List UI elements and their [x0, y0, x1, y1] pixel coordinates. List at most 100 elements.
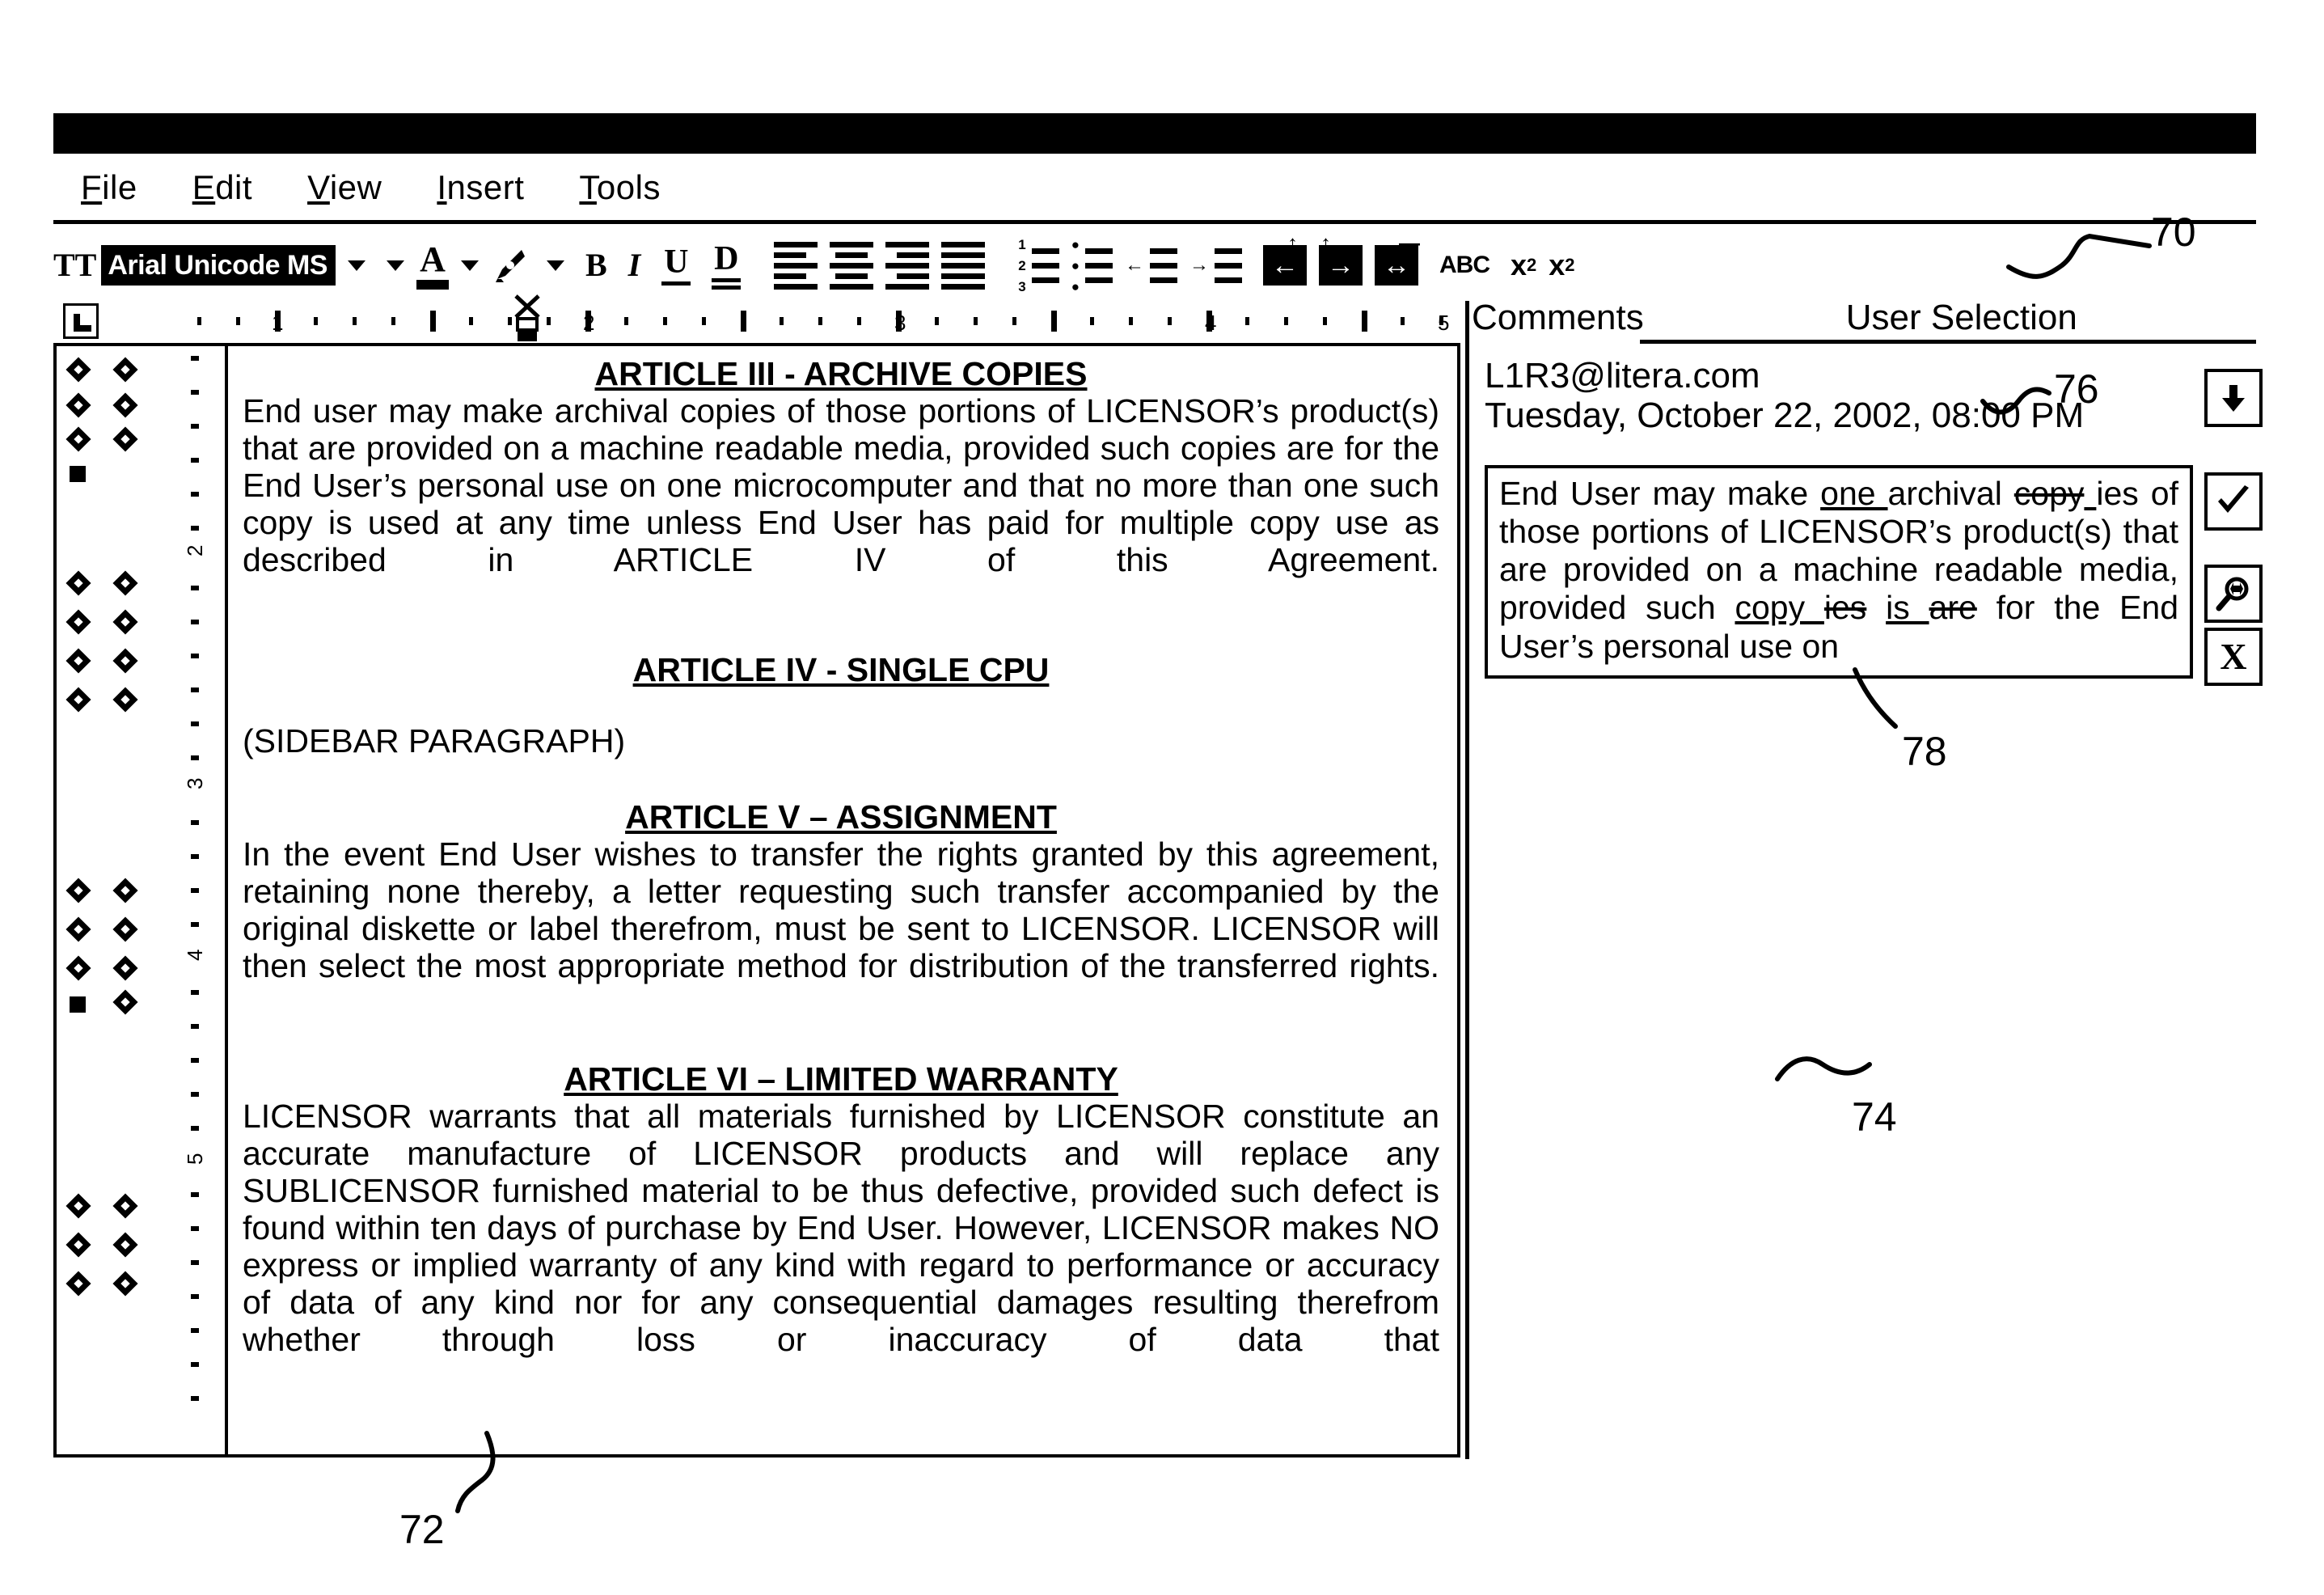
font-size-dropdown-chevron-down-icon[interactable]	[386, 240, 404, 290]
user-selection-header-label: User Selection	[1845, 298, 2077, 337]
menu-item-edit[interactable]: Edit	[165, 168, 280, 207]
superscript-icon[interactable]: x2	[1511, 240, 1536, 290]
comments-pane-divider	[1465, 301, 1469, 1459]
italic-icon[interactable]: I	[628, 240, 641, 290]
ruler-number-2: 2	[583, 311, 595, 335]
comment-text: End User may make one archival copy ies …	[1499, 475, 2178, 666]
spelling-abc-icon[interactable]: ABC	[1439, 240, 1490, 290]
change-marker[interactable]	[112, 916, 138, 942]
change-marker[interactable]	[112, 1232, 138, 1258]
subscript-icon[interactable]: x2	[1549, 240, 1574, 290]
comment-metadata: L1R3@litera.com Tuesday, October 22, 200…	[1485, 356, 2212, 436]
font-name-combobox[interactable]: Arial Unicode MS	[101, 245, 336, 286]
indent-right-icon[interactable]: ↑ →	[1318, 232, 1363, 290]
change-marker-filled[interactable]	[70, 996, 86, 1013]
user-selection-underline	[1640, 340, 2256, 344]
menu-item-file[interactable]: File	[53, 168, 165, 207]
change-marker[interactable]	[65, 609, 91, 635]
change-marker[interactable]	[112, 357, 138, 383]
underline-icon[interactable]: U	[661, 240, 691, 290]
horizontal-ruler[interactable]: 1 2 3 4 5	[53, 294, 1460, 343]
bold-icon[interactable]: B	[585, 240, 607, 290]
change-marker[interactable]	[65, 392, 91, 418]
change-marker[interactable]	[65, 426, 91, 452]
change-marker[interactable]	[65, 878, 91, 903]
change-marker[interactable]	[112, 392, 138, 418]
change-marker[interactable]	[112, 570, 138, 596]
align-left-icon[interactable]	[774, 240, 818, 290]
highlight-icon[interactable]	[491, 240, 535, 290]
increase-indent-icon[interactable]: →	[1189, 240, 1242, 290]
change-marker[interactable]	[112, 989, 138, 1015]
comment-run-deleted-copy: copy	[2013, 475, 2085, 512]
change-marker[interactable]	[65, 1232, 91, 1258]
comment-run-inserted-one: one	[1820, 475, 1888, 512]
comment-run-ies: ies	[2096, 475, 2139, 512]
change-marker[interactable]	[112, 1271, 138, 1297]
comment-run-deleted-are: are	[1929, 589, 1977, 627]
change-marker[interactable]	[65, 916, 91, 942]
menu-item-tools[interactable]: Tools	[551, 168, 688, 207]
numbered-list-icon[interactable]: 123	[1018, 238, 1059, 294]
font-color-icon[interactable]: A	[416, 240, 449, 290]
document-editing-pane[interactable]: 2 3 4 5 ARTICLE III - ARCHIVE COPIES End…	[53, 343, 1460, 1458]
change-marker[interactable]	[112, 955, 138, 981]
comment-run-deleted-ies: ies	[1823, 589, 1867, 627]
zoom-in-button[interactable]	[2204, 565, 2263, 623]
bulleted-list-icon[interactable]: ● ● ●	[1071, 238, 1113, 294]
menu-item-insert[interactable]: Insert	[409, 168, 551, 207]
change-marker[interactable]	[112, 687, 138, 713]
paragraph-article-5: In the event End User wishes to transfer…	[243, 836, 1439, 985]
vertical-ruler-number-2: 2	[183, 544, 207, 556]
menu-mnemonic-insert: I	[437, 168, 447, 206]
ruler-number-1: 1	[272, 311, 284, 335]
change-marker[interactable]	[65, 1193, 91, 1219]
vertical-ruler[interactable]: 2 3 4 5	[178, 346, 226, 1454]
change-marker-filled[interactable]	[70, 466, 86, 482]
paragraph-article-6: LICENSOR warrants that all materials fur…	[243, 1098, 1439, 1358]
font-name-dropdown-chevron-down-icon[interactable]	[347, 240, 366, 290]
reference-numeral-76: 76	[2054, 366, 2099, 412]
comment-author-email: L1R3@litera.com	[1485, 356, 1760, 396]
change-marker[interactable]	[65, 357, 91, 383]
move-down-button[interactable]	[2204, 369, 2263, 427]
accept-button[interactable]	[2204, 472, 2263, 531]
heading-article-6: ARTICLE VI – LIMITED WARRANTY	[564, 1060, 1118, 1098]
change-marker[interactable]	[112, 426, 138, 452]
comments-pane-header: Comments User Selection	[1472, 294, 2256, 341]
indent-both-icon[interactable]: — ↔	[1374, 232, 1420, 290]
menu-item-view[interactable]: View	[280, 168, 409, 207]
indent-marker-icon[interactable]	[511, 294, 543, 345]
indent-left-icon[interactable]: ↑ ←	[1262, 232, 1307, 290]
comment-run-inserted-copy: copy	[1735, 589, 1824, 627]
ruler-number-3: 3	[894, 311, 906, 335]
align-center-icon[interactable]	[830, 240, 874, 290]
change-marker[interactable]	[112, 878, 138, 903]
document-text-content[interactable]: ARTICLE III - ARCHIVE COPIES End user ma…	[231, 346, 1457, 1454]
change-marker[interactable]	[112, 648, 138, 674]
change-marker[interactable]	[65, 1271, 91, 1297]
font-name-value: Arial Unicode MS	[108, 249, 327, 281]
vertical-ruler-number-3: 3	[183, 777, 207, 789]
comments-header-label: Comments	[1472, 298, 1644, 337]
comment-run-normal: End User may make	[1499, 475, 1821, 512]
decrease-indent-icon[interactable]: ←	[1125, 240, 1177, 290]
change-marker[interactable]	[65, 570, 91, 596]
menu-bar: File Edit View Insert Tools	[53, 159, 2256, 217]
align-justify-icon[interactable]	[941, 240, 986, 290]
menu-rest-tools: ools	[596, 168, 661, 206]
highlight-chevron-down-icon[interactable]	[546, 240, 564, 290]
double-underline-icon[interactable]: D	[712, 240, 742, 290]
change-marker[interactable]	[112, 609, 138, 635]
align-right-icon[interactable]	[885, 240, 930, 290]
reject-button[interactable]: X	[2204, 628, 2263, 686]
change-marker[interactable]	[65, 687, 91, 713]
font-color-chevron-down-icon[interactable]	[460, 240, 479, 290]
comment-text-box[interactable]: End User may make one archival copy ies …	[1485, 465, 2193, 679]
change-marker[interactable]	[65, 648, 91, 674]
change-marker[interactable]	[112, 1193, 138, 1219]
change-marker[interactable]	[65, 955, 91, 981]
menu-rest-view: iew	[329, 168, 382, 206]
